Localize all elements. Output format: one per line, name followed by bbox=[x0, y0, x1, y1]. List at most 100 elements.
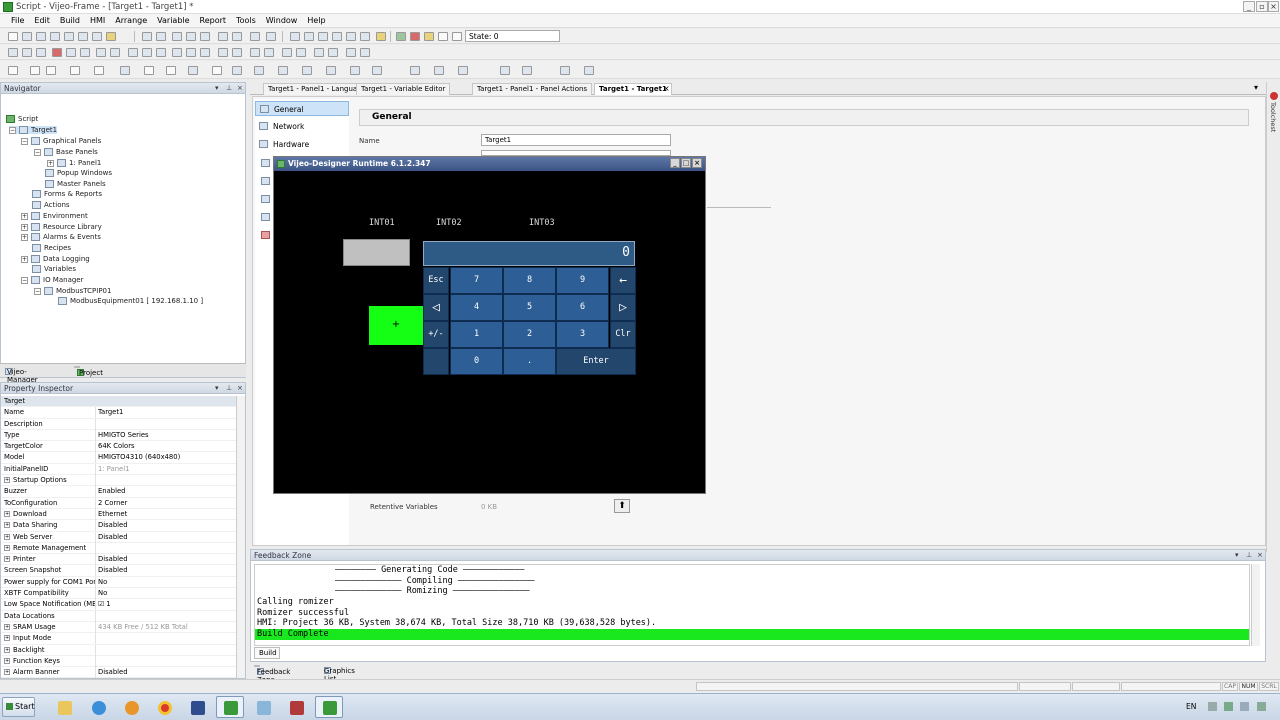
tree-item-io-manager[interactable]: − IO Manager bbox=[21, 276, 83, 284]
distribute-icon[interactable] bbox=[218, 48, 228, 57]
tab-feedback-zone[interactable]: Feedback Zone bbox=[254, 665, 290, 684]
collapse-icon[interactable]: − bbox=[34, 287, 41, 295]
polyline-icon[interactable] bbox=[70, 66, 80, 75]
collapse-icon[interactable]: − bbox=[21, 137, 28, 145]
align-center-icon[interactable] bbox=[142, 48, 152, 57]
table-icon[interactable] bbox=[110, 48, 120, 57]
taskbar-ie[interactable] bbox=[84, 696, 112, 718]
numeric-display-int01[interactable] bbox=[343, 239, 410, 266]
pin-icon[interactable]: ⊥ bbox=[1246, 551, 1252, 559]
property-value[interactable]: 2 Corner bbox=[98, 499, 127, 507]
close-button[interactable]: × bbox=[1268, 1, 1279, 12]
property-row[interactable]: + Input Mode bbox=[1, 633, 237, 645]
replace-icon[interactable] bbox=[200, 32, 210, 41]
property-scrollbar[interactable] bbox=[236, 396, 245, 678]
property-row[interactable]: Type HMIGTO Series bbox=[1, 429, 237, 442]
tab-list-icon[interactable]: ▾ bbox=[1254, 83, 1258, 92]
zoom-in-icon[interactable] bbox=[500, 66, 510, 75]
close-icon[interactable]: × bbox=[1257, 551, 1263, 559]
dropdown-icon[interactable]: ▾ bbox=[1235, 551, 1239, 559]
expand-icon[interactable]: + bbox=[4, 623, 10, 630]
grid3-icon[interactable] bbox=[584, 66, 594, 75]
redo-icon[interactable] bbox=[156, 32, 166, 41]
tree-item-resource-library[interactable]: + Resource Library bbox=[21, 223, 102, 231]
key-esc[interactable]: Esc bbox=[423, 267, 449, 294]
expand-icon[interactable]: + bbox=[4, 522, 10, 529]
home-icon[interactable] bbox=[346, 32, 356, 41]
key-5[interactable]: 5 bbox=[503, 294, 556, 321]
key-sign[interactable]: +/- bbox=[423, 321, 449, 348]
record-icon[interactable] bbox=[52, 48, 62, 57]
chart-icon[interactable] bbox=[80, 48, 90, 57]
refresh-icon[interactable] bbox=[332, 32, 342, 41]
property-row[interactable]: Model HMIGTO4310 (640x480) bbox=[1, 452, 237, 464]
rotate-icon[interactable] bbox=[314, 48, 324, 57]
menu-variable[interactable]: Variable bbox=[152, 14, 194, 27]
menu-edit[interactable]: Edit bbox=[29, 14, 55, 27]
menu-arrange[interactable]: Arrange bbox=[110, 14, 152, 27]
tab-project[interactable]: Project bbox=[74, 366, 103, 377]
align-icon[interactable] bbox=[218, 32, 228, 41]
key-left[interactable]: ◁ bbox=[423, 294, 449, 321]
property-row[interactable]: Name Target1 bbox=[1, 407, 237, 419]
image-icon[interactable] bbox=[66, 48, 76, 57]
expand-icon[interactable]: + bbox=[47, 159, 54, 167]
back-layer-icon[interactable] bbox=[296, 48, 306, 57]
key-3[interactable]: 3 bbox=[556, 321, 609, 348]
collapse-icon[interactable]: − bbox=[9, 126, 16, 134]
network-tray-icon[interactable] bbox=[1224, 702, 1233, 711]
property-row[interactable]: + Printer Disabled bbox=[1, 554, 237, 566]
tree-item-popup-windows[interactable]: Popup Windows bbox=[45, 169, 112, 177]
minus-icon[interactable] bbox=[438, 32, 448, 41]
tree-item-alarms-events[interactable]: + Alarms & Events bbox=[21, 233, 101, 241]
expand-icon[interactable]: + bbox=[21, 233, 28, 241]
align-right-icon[interactable] bbox=[156, 48, 166, 57]
circle-icon[interactable] bbox=[144, 66, 154, 75]
layout-icon[interactable] bbox=[8, 48, 18, 57]
open-icon[interactable] bbox=[22, 32, 32, 41]
tab-variable-editor[interactable]: Target1 - Variable Editor bbox=[356, 83, 451, 95]
property-row[interactable]: + Backlight bbox=[1, 644, 237, 656]
category-network[interactable]: Network bbox=[255, 119, 349, 134]
category-general[interactable]: General bbox=[255, 101, 349, 116]
dot-icon[interactable] bbox=[30, 66, 40, 75]
property-row[interactable]: Low Space Notification (MB) ☑ 1 bbox=[1, 599, 237, 611]
close-icon[interactable]: × bbox=[237, 384, 243, 392]
graph-icon[interactable] bbox=[410, 66, 420, 75]
key-decimal[interactable]: . bbox=[503, 348, 556, 375]
property-row[interactable]: + Remote Management bbox=[1, 542, 237, 555]
category-icon-5[interactable] bbox=[261, 177, 270, 185]
menu-tools[interactable]: Tools bbox=[231, 14, 261, 27]
tree-item-panel1[interactable]: +1: Panel1 bbox=[47, 159, 101, 167]
lock-icon[interactable] bbox=[376, 32, 386, 41]
cut-icon[interactable] bbox=[64, 32, 74, 41]
flip-icon[interactable] bbox=[328, 48, 338, 57]
menu-window[interactable]: Window bbox=[261, 14, 303, 27]
key-9[interactable]: 9 bbox=[556, 267, 609, 294]
property-value[interactable]: 1: Panel1 bbox=[98, 465, 129, 473]
property-row[interactable]: + Data Sharing Disabled bbox=[1, 520, 237, 532]
recipe-icon[interactable] bbox=[458, 66, 468, 75]
property-row[interactable]: Power supply for COM1 Port No bbox=[1, 576, 237, 589]
taskbar-media[interactable] bbox=[117, 696, 145, 718]
key-2[interactable]: 2 bbox=[503, 321, 556, 348]
group-icon[interactable] bbox=[232, 32, 242, 41]
runtime-maximize-button[interactable]: □ bbox=[681, 158, 691, 168]
property-row[interactable]: + Web Server Disabled bbox=[1, 531, 237, 543]
key-7[interactable]: 7 bbox=[450, 267, 503, 294]
tray-icon[interactable] bbox=[1208, 702, 1217, 711]
pin-icon[interactable]: ⊥ bbox=[226, 84, 232, 92]
expand-icon[interactable]: + bbox=[21, 255, 28, 263]
tree-item-modbusequipment01[interactable]: ModbusEquipment01 [ 192.168.1.10 ] bbox=[58, 297, 203, 305]
tree-item-variables[interactable]: Variables bbox=[32, 265, 76, 273]
property-value[interactable]: Disabled bbox=[98, 521, 128, 529]
property-row[interactable]: Data Locations bbox=[1, 610, 237, 622]
taskbar-app[interactable] bbox=[249, 696, 277, 718]
flag-tray-icon[interactable] bbox=[1257, 702, 1266, 711]
taskbar-save[interactable] bbox=[282, 696, 310, 718]
taskbar-runtime[interactable] bbox=[315, 696, 343, 718]
menu-help[interactable]: Help bbox=[302, 14, 330, 27]
fit-icon[interactable] bbox=[560, 66, 570, 75]
tree-item-forms-reports[interactable]: Forms & Reports bbox=[32, 190, 102, 198]
tab-panel-actions[interactable]: Target1 - Panel1 - Panel Actions bbox=[472, 83, 593, 95]
